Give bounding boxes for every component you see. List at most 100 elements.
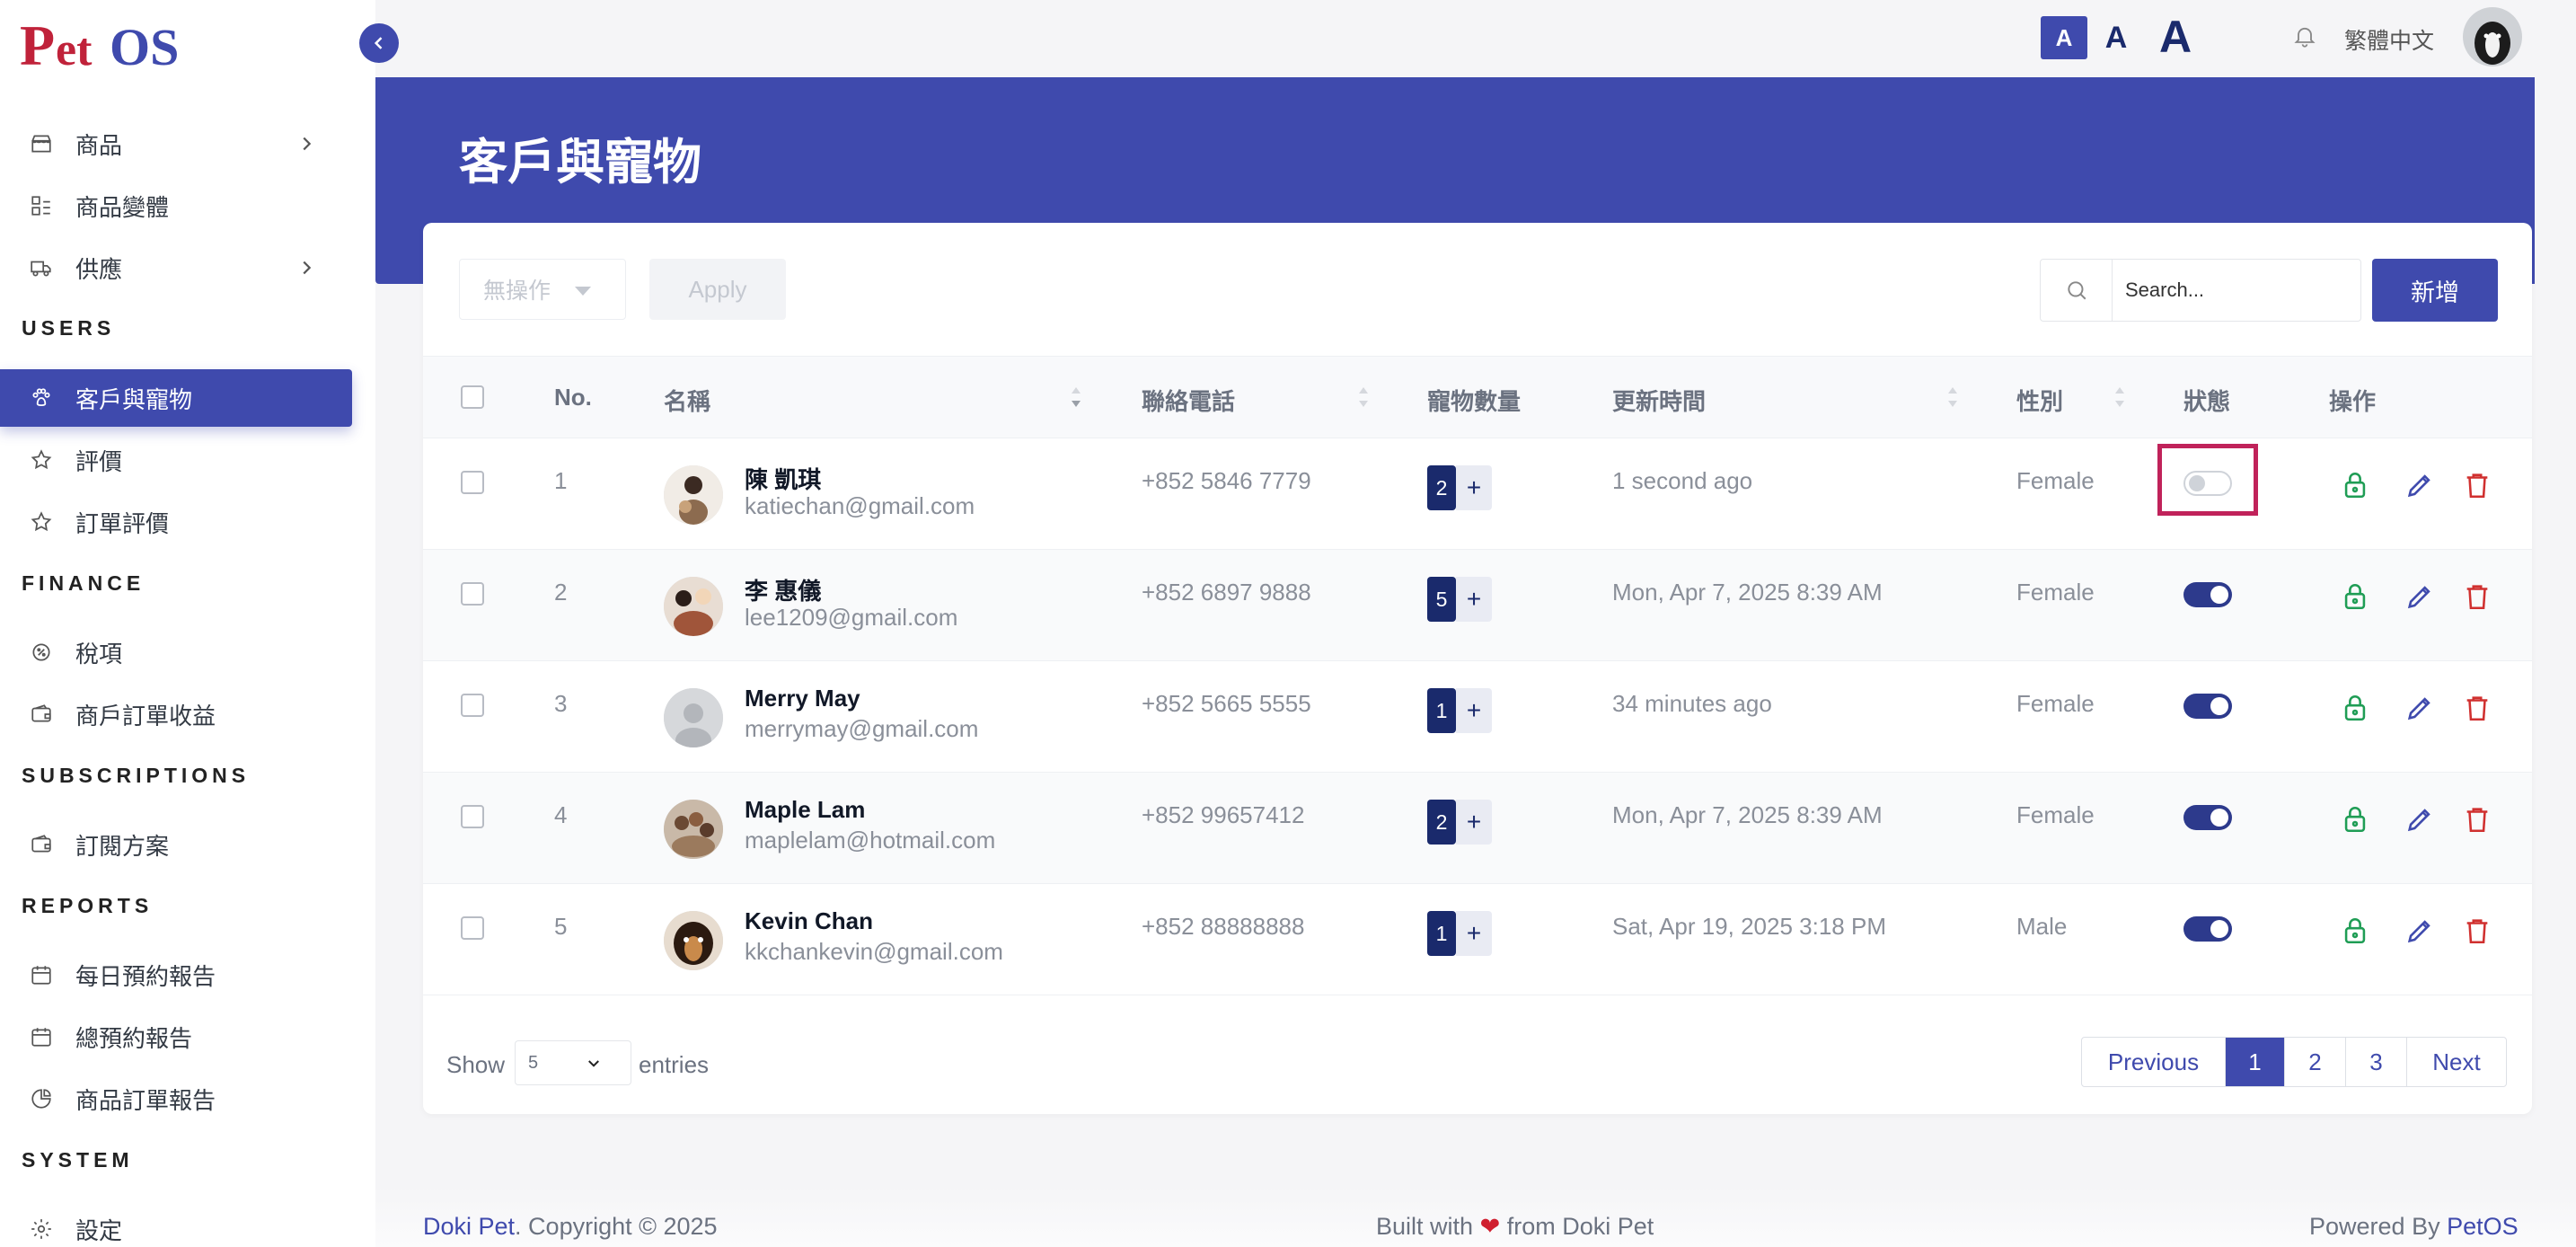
sidebar-item-products[interactable]: 商品 <box>0 115 352 172</box>
entries-value: 5 <box>528 1052 539 1073</box>
page-2-button[interactable]: 2 <box>2285 1038 2346 1086</box>
lock-icon[interactable] <box>2340 803 2370 836</box>
sidebar-item-product-order-report[interactable]: 商品訂單報告 <box>0 1070 352 1128</box>
language-selector[interactable]: 繁體中文 <box>2344 23 2434 56</box>
status-toggle[interactable] <box>2183 694 2232 719</box>
sidebar-item-settings[interactable]: 設定 <box>0 1200 352 1247</box>
add-pet-button[interactable]: + <box>1456 577 1492 622</box>
delete-icon[interactable] <box>2462 469 2492 501</box>
updated-time: 34 minutes ago <box>1612 690 1772 717</box>
column-header-name[interactable]: 名稱 <box>664 384 710 417</box>
customers-table-card: 無操作 Apply 新增 No. 名稱 聯絡電話 寵物數量 更新時間 性別 狀態… <box>423 223 2532 1114</box>
edit-icon[interactable] <box>2404 469 2435 501</box>
customer-phone: +852 6897 9888 <box>1142 579 1311 606</box>
page-1-button[interactable]: 1 <box>2226 1038 2285 1086</box>
sidebar-item-subscription-plans[interactable]: 訂閱方案 <box>0 816 352 873</box>
sidebar-item-total-booking-report[interactable]: 總預約報告 <box>0 1008 352 1066</box>
column-header-updated[interactable]: 更新時間 <box>1612 384 1706 417</box>
footer-built-suffix: from Doki Pet <box>1506 1213 1654 1240</box>
star-icon <box>27 508 56 536</box>
page-3-button[interactable]: 3 <box>2346 1038 2407 1086</box>
edit-icon[interactable] <box>2404 580 2435 613</box>
petos-logo[interactable]: P et OS <box>20 14 199 77</box>
heart-icon: ❤ <box>1479 1213 1501 1240</box>
pagination: Previous 1 2 3 Next <box>2081 1037 2507 1087</box>
add-pet-button[interactable]: + <box>1456 800 1492 845</box>
delete-icon[interactable] <box>2462 915 2492 947</box>
footer-copyright: Doki Pet. Copyright © 2025 <box>423 1213 718 1241</box>
row-checkbox[interactable] <box>461 582 484 606</box>
add-pet-button[interactable]: + <box>1456 911 1492 956</box>
sidebar-item-tax[interactable]: 稅項 <box>0 624 352 681</box>
font-size-medium-button[interactable]: A <box>2098 16 2134 59</box>
footer-brand-link[interactable]: Doki Pet <box>423 1213 515 1240</box>
gender: Female <box>2016 690 2095 717</box>
customer-name: 李 惠儀 <box>745 578 822 605</box>
row-checkbox[interactable] <box>461 916 484 940</box>
delete-icon[interactable] <box>2462 803 2492 836</box>
footer-powered-brand-link[interactable]: PetOS <box>2447 1213 2519 1240</box>
bulk-action-select[interactable]: 無操作 <box>459 259 626 320</box>
sidebar-collapse-button[interactable] <box>359 23 399 63</box>
sort-icon[interactable] <box>1357 384 1370 411</box>
row-number: 3 <box>554 690 568 717</box>
edit-icon[interactable] <box>2404 803 2435 836</box>
row-checkbox[interactable] <box>461 694 484 717</box>
previous-page-button[interactable]: Previous <box>2082 1038 2226 1086</box>
row-checkbox[interactable] <box>461 805 484 828</box>
search-input[interactable] <box>2113 260 2355 321</box>
sidebar-item-daily-booking-report[interactable]: 每日預約報告 <box>0 946 352 1004</box>
bell-icon[interactable] <box>2292 22 2317 50</box>
lock-icon[interactable] <box>2340 692 2370 724</box>
delete-icon[interactable] <box>2462 580 2492 613</box>
dog-avatar-image <box>2463 7 2522 66</box>
customer-avatar <box>664 800 723 859</box>
svg-text:et: et <box>56 24 93 75</box>
row-checkbox[interactable] <box>461 471 484 494</box>
user-avatar[interactable] <box>2463 7 2522 66</box>
delete-icon[interactable] <box>2462 692 2492 724</box>
customer-avatar <box>664 911 723 970</box>
status-toggle[interactable] <box>2183 582 2232 607</box>
lock-icon[interactable] <box>2340 469 2370 501</box>
sort-icon[interactable] <box>1070 384 1082 411</box>
customer-email: kkchankevin@gmail.com <box>745 938 1003 965</box>
sidebar-item-variants[interactable]: 商品變體 <box>0 177 352 234</box>
sidebar-item-customers-pets[interactable]: 客戶與寵物 <box>0 369 352 427</box>
lock-icon[interactable] <box>2340 915 2370 947</box>
apply-button[interactable]: Apply <box>649 259 786 320</box>
column-header-gender[interactable]: 性別 <box>2016 384 2063 417</box>
sidebar-item-supply[interactable]: 供應 <box>0 239 352 296</box>
column-header-phone[interactable]: 聯絡電話 <box>1142 384 1235 417</box>
add-pet-button[interactable]: + <box>1456 688 1492 733</box>
edit-icon[interactable] <box>2404 692 2435 724</box>
chevron-down-icon <box>588 1060 599 1067</box>
pet-count-badge: 1 + <box>1427 688 1492 733</box>
sidebar-item-reviews[interactable]: 評價 <box>0 431 352 489</box>
sort-icon[interactable] <box>1946 384 1959 411</box>
font-size-large-button[interactable]: A <box>2150 9 2201 65</box>
status-toggle[interactable] <box>2183 805 2232 830</box>
sidebar-item-label: 訂閱方案 <box>75 832 170 860</box>
add-pet-button[interactable]: + <box>1456 465 1492 510</box>
status-toggle[interactable] <box>2183 916 2232 942</box>
lock-icon[interactable] <box>2340 580 2370 613</box>
page-title: 客戶與寵物 <box>459 136 701 190</box>
truck-icon <box>27 253 56 282</box>
entries-per-page-select[interactable]: 5 <box>515 1040 631 1085</box>
edit-icon[interactable] <box>2404 915 2435 947</box>
sidebar-item-order-reviews[interactable]: 訂單評價 <box>0 493 352 551</box>
table-row: 4 Maple Lam maplelam@hotmail.com +852 99… <box>423 773 2532 884</box>
sidebar-item-label: 商品 <box>75 131 123 159</box>
sidebar: P et OS 商品 商品變體 供應 USERS 客戶與寵物 評價 訂單評價 F… <box>0 0 375 1247</box>
sort-icon[interactable] <box>2113 384 2126 411</box>
svg-text:P: P <box>20 14 55 77</box>
sidebar-item-merchant-revenue[interactable]: 商戶訂單收益 <box>0 685 352 743</box>
add-customer-button[interactable]: 新增 <box>2372 259 2498 322</box>
sidebar-item-label: 評價 <box>75 447 123 475</box>
select-all-checkbox[interactable] <box>461 385 484 409</box>
highlight-box <box>2157 444 2258 516</box>
font-size-small-button[interactable]: A <box>2041 16 2087 59</box>
next-page-button[interactable]: Next <box>2407 1038 2506 1086</box>
sidebar-item-label: 設定 <box>75 1216 123 1244</box>
